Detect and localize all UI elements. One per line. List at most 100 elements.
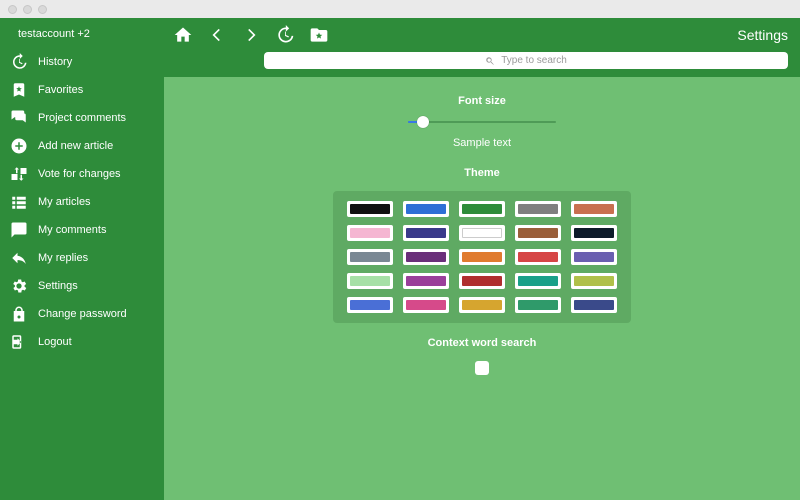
theme-swatch-bar — [406, 252, 446, 262]
font-size-label: Font size — [458, 95, 506, 107]
sidebar-user[interactable]: testaccount +2 — [0, 24, 164, 48]
traffic-light-zoom[interactable] — [38, 5, 47, 14]
sidebar-item-label: Change password — [38, 308, 127, 320]
theme-swatch-bar — [350, 204, 390, 214]
theme-swatch[interactable] — [515, 273, 561, 289]
theme-swatch-bar — [518, 300, 558, 310]
back-button[interactable] — [204, 22, 230, 48]
sidebar-item-project-comments[interactable]: Project comments — [0, 104, 164, 132]
plus-circle-icon — [10, 137, 28, 155]
theme-swatch[interactable] — [515, 225, 561, 241]
theme-swatch[interactable] — [459, 201, 505, 217]
theme-swatch[interactable] — [459, 249, 505, 265]
theme-swatch-bar — [518, 276, 558, 286]
window-titlebar — [0, 0, 800, 18]
theme-swatch[interactable] — [515, 201, 561, 217]
sidebar-item-label: My replies — [38, 252, 88, 264]
search-icon — [485, 56, 495, 66]
theme-swatch[interactable] — [347, 273, 393, 289]
home-button[interactable] — [170, 22, 196, 48]
traffic-light-minimize[interactable] — [23, 5, 32, 14]
slider-thumb[interactable] — [417, 116, 429, 128]
theme-swatch-bar — [574, 252, 614, 262]
theme-swatch-bar — [518, 252, 558, 262]
page-title: Settings — [737, 27, 788, 43]
sidebar-item-label: Project comments — [38, 112, 126, 124]
main-area: Settings Type to search Font size Sample… — [164, 18, 800, 500]
list-icon — [10, 193, 28, 211]
comments-icon — [10, 109, 28, 127]
theme-swatch-bar — [406, 204, 446, 214]
theme-swatch[interactable] — [403, 201, 449, 217]
sidebar-item-history[interactable]: History — [0, 48, 164, 76]
theme-swatch-bar — [462, 228, 502, 238]
sidebar-user-name: testaccount +2 — [18, 28, 90, 40]
sidebar-item-favorites[interactable]: Favorites — [0, 76, 164, 104]
theme-swatch[interactable] — [571, 249, 617, 265]
theme-swatch[interactable] — [459, 225, 505, 241]
font-size-slider[interactable] — [408, 113, 556, 131]
lock-icon — [10, 305, 28, 323]
sidebar-item-logout[interactable]: Logout — [0, 328, 164, 356]
logout-icon — [10, 333, 28, 351]
context-search-checkbox[interactable] — [475, 361, 489, 375]
sidebar-item-label: History — [38, 56, 72, 68]
theme-swatch[interactable] — [515, 297, 561, 313]
sidebar-item-label: My articles — [38, 196, 91, 208]
theme-swatch[interactable] — [347, 297, 393, 313]
context-search-label: Context word search — [428, 337, 537, 349]
history-button[interactable] — [272, 22, 298, 48]
theme-swatch-bar — [406, 300, 446, 310]
theme-swatch-bar — [518, 228, 558, 238]
sidebar-item-label: Add new article — [38, 140, 113, 152]
sidebar-item-label: Favorites — [38, 84, 83, 96]
forward-button[interactable] — [238, 22, 264, 48]
theme-swatch-bar — [462, 300, 502, 310]
theme-swatch[interactable] — [403, 249, 449, 265]
theme-swatch-bar — [462, 252, 502, 262]
comment-icon — [10, 221, 28, 239]
theme-swatch[interactable] — [347, 249, 393, 265]
sidebar-item-my-articles[interactable]: My articles — [0, 188, 164, 216]
sidebar-item-my-comments[interactable]: My comments — [0, 216, 164, 244]
theme-swatch-bar — [462, 204, 502, 214]
sidebar-item-label: My comments — [38, 224, 106, 236]
theme-swatch[interactable] — [459, 297, 505, 313]
theme-swatch[interactable] — [571, 297, 617, 313]
search-placeholder: Type to search — [501, 55, 567, 66]
theme-swatch[interactable] — [571, 273, 617, 289]
slider-track — [408, 121, 556, 123]
sidebar: testaccount +2 History Favorites Project… — [0, 18, 164, 500]
theme-swatch[interactable] — [459, 273, 505, 289]
theme-swatch[interactable] — [347, 201, 393, 217]
theme-swatch[interactable] — [347, 225, 393, 241]
sidebar-item-vote[interactable]: Vote for changes — [0, 160, 164, 188]
sidebar-item-settings[interactable]: Settings — [0, 272, 164, 300]
theme-swatch-bar — [574, 204, 614, 214]
sidebar-item-label: Logout — [38, 336, 72, 348]
theme-panel — [333, 191, 631, 323]
sidebar-item-add-article[interactable]: Add new article — [0, 132, 164, 160]
theme-swatch-bar — [518, 204, 558, 214]
theme-swatch-bar — [574, 276, 614, 286]
theme-swatch-bar — [574, 300, 614, 310]
traffic-light-close[interactable] — [8, 5, 17, 14]
topbar: Settings — [164, 18, 800, 52]
theme-swatch[interactable] — [571, 225, 617, 241]
theme-swatch[interactable] — [403, 297, 449, 313]
theme-swatch[interactable] — [403, 225, 449, 241]
theme-swatch-bar — [574, 228, 614, 238]
theme-swatch-bar — [406, 228, 446, 238]
gear-icon — [10, 277, 28, 295]
sidebar-item-my-replies[interactable]: My replies — [0, 244, 164, 272]
theme-swatch[interactable] — [515, 249, 561, 265]
theme-swatch[interactable] — [571, 201, 617, 217]
favorites-folder-button[interactable] — [306, 22, 332, 48]
search-input[interactable]: Type to search — [264, 52, 788, 69]
vote-icon — [10, 165, 28, 183]
sample-text: Sample text — [453, 137, 511, 149]
sidebar-item-label: Settings — [38, 280, 78, 292]
reply-icon — [10, 249, 28, 267]
sidebar-item-change-password[interactable]: Change password — [0, 300, 164, 328]
theme-swatch[interactable] — [403, 273, 449, 289]
